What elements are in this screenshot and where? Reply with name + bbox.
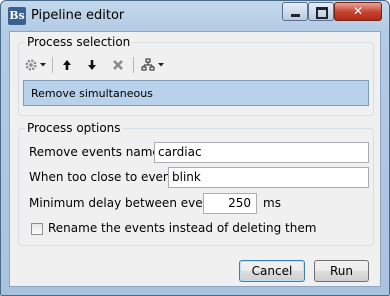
too-close-field[interactable]: blink (168, 167, 369, 188)
close-button[interactable]: ✕ (334, 2, 382, 21)
window-title: Pipeline editor (31, 8, 125, 23)
min-delay-label: Minimum delay between events: (29, 196, 226, 210)
dialog-body: Process selection Remove simultaneous Pr… (9, 31, 381, 287)
process-list-item[interactable]: Remove simultaneous (31, 87, 153, 100)
process-options-group: Process options Remove events named: car… (18, 121, 374, 246)
process-selection-title: Process selection (25, 35, 133, 49)
title-bar[interactable]: Bs Pipeline editor ✕ (1, 1, 389, 31)
maximize-button[interactable] (308, 2, 334, 21)
remove-events-field[interactable]: cardiac (154, 142, 369, 163)
process-options-title: Process options (25, 121, 123, 135)
too-close-label: When too close to events: (29, 170, 186, 184)
process-toolbar (23, 55, 367, 75)
cancel-button[interactable]: Cancel (239, 260, 305, 282)
process-list[interactable]: Remove simultaneous (23, 80, 369, 106)
run-button[interactable]: Run (314, 260, 369, 282)
process-selection-group: Process selection Remove simultaneous (18, 35, 374, 116)
rename-events-label[interactable]: Rename the events instead of deleting th… (48, 221, 316, 235)
pipeline-editor-window: Bs Pipeline editor ✕ Process selection R… (0, 0, 390, 296)
toolbar-separator (133, 57, 134, 73)
settings-dropdown-arrow-icon[interactable] (39, 55, 47, 75)
app-icon: Bs (8, 7, 26, 25)
minimize-button[interactable] (282, 2, 308, 21)
toolbar-separator (52, 57, 53, 73)
min-delay-field[interactable]: 250 (203, 193, 257, 214)
rename-events-checkbox[interactable] (31, 223, 43, 235)
move-down-icon[interactable] (84, 55, 100, 75)
remove-events-label: Remove events named: (29, 145, 172, 159)
move-up-icon[interactable] (59, 55, 75, 75)
delete-icon[interactable] (110, 55, 126, 75)
settings-icon[interactable] (23, 55, 39, 75)
pipeline-dropdown-arrow-icon[interactable] (157, 55, 165, 75)
min-delay-unit: ms (263, 196, 281, 210)
pipeline-tree-icon[interactable] (140, 55, 156, 75)
